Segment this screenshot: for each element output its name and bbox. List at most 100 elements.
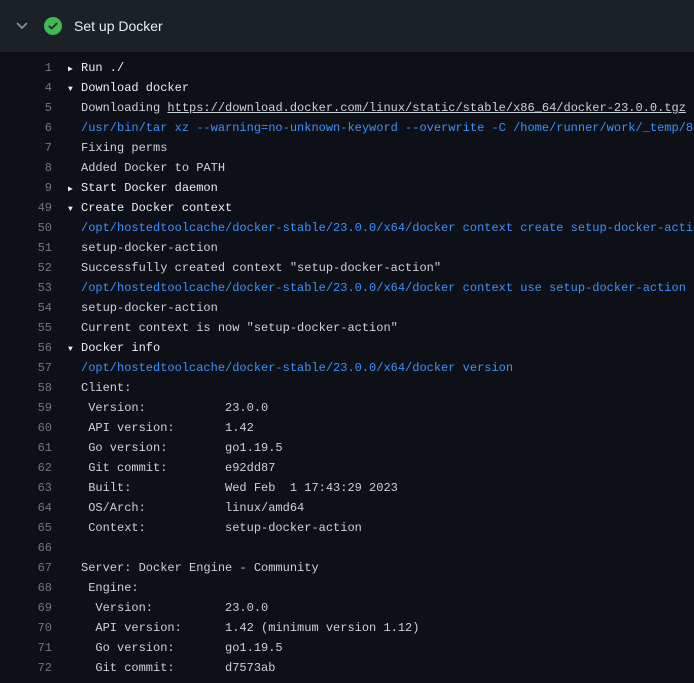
log-group-header[interactable]: ▼Download docker — [68, 78, 189, 98]
group-title: Docker info — [81, 341, 160, 355]
log-text: /usr/bin/tar xz --warning=no-unknown-key… — [68, 118, 694, 138]
group-title: Create Docker context — [81, 201, 232, 215]
chevron-collapsed-icon[interactable]: ▶ — [68, 60, 81, 79]
log-line: 66 — [14, 538, 694, 558]
log-text-segment: Fixing perms — [81, 141, 167, 155]
log-text: Server: Docker Engine - Community — [68, 558, 319, 578]
line-number[interactable]: 58 — [14, 378, 52, 398]
log-line: 50/opt/hostedtoolcache/docker-stable/23.… — [14, 218, 694, 238]
line-number[interactable]: 1 — [14, 58, 52, 78]
line-number[interactable]: 66 — [14, 538, 52, 558]
chevron-collapsed-icon[interactable]: ▶ — [68, 180, 81, 199]
log-text-segment: Engine: — [81, 581, 139, 595]
line-number[interactable]: 65 — [14, 518, 52, 538]
line-number[interactable]: 70 — [14, 618, 52, 638]
log-text: Current context is now "setup-docker-act… — [68, 318, 398, 338]
line-number[interactable]: 4 — [14, 78, 52, 98]
chevron-expanded-icon[interactable]: ▼ — [68, 200, 81, 219]
log-text: API version: 1.42 — [68, 418, 254, 438]
log-line: 71 Go version: go1.19.5 — [14, 638, 694, 658]
log-link[interactable]: https://download.docker.com/linux/static… — [167, 101, 685, 115]
line-number[interactable]: 7 — [14, 138, 52, 158]
log-text: Successfully created context "setup-dock… — [68, 258, 441, 278]
log-line: 61 Go version: go1.19.5 — [14, 438, 694, 458]
log-text: Added Docker to PATH — [68, 158, 225, 178]
log-line: 6/usr/bin/tar xz --warning=no-unknown-ke… — [14, 118, 694, 138]
log-text-segment: Git commit: e92dd87 — [81, 461, 275, 475]
log-group-header[interactable]: ▼Docker info — [68, 338, 160, 358]
line-number[interactable]: 63 — [14, 478, 52, 498]
log-line: 53/opt/hostedtoolcache/docker-stable/23.… — [14, 278, 694, 298]
log-line: 70 API version: 1.42 (minimum version 1.… — [14, 618, 694, 638]
line-number[interactable]: 49 — [14, 198, 52, 218]
line-number[interactable]: 68 — [14, 578, 52, 598]
line-number[interactable]: 59 — [14, 398, 52, 418]
log-lines: 1▶Run ./4▼Download docker5Downloading ht… — [0, 52, 694, 678]
log-text-segment: Server: Docker Engine - Community — [81, 561, 319, 575]
group-title: Start Docker daemon — [81, 181, 218, 195]
log-line: 56 ▼Docker info — [14, 338, 694, 358]
log-text: setup-docker-action — [68, 298, 218, 318]
log-text: Built: Wed Feb 1 17:43:29 2023 — [68, 478, 398, 498]
line-number[interactable]: 51 — [14, 238, 52, 258]
line-number[interactable]: 64 — [14, 498, 52, 518]
log-text-segment: setup-docker-action — [81, 241, 218, 255]
line-number[interactable]: 8 — [14, 158, 52, 178]
log-line: 54 setup-docker-action — [14, 298, 694, 318]
log-text: Go version: go1.19.5 — [68, 438, 283, 458]
log-text: Version: 23.0.0 — [68, 398, 268, 418]
line-number[interactable]: 69 — [14, 598, 52, 618]
log-line: 49 ▼Create Docker context — [14, 198, 694, 218]
log-text: setup-docker-action — [68, 238, 218, 258]
log-line: 65 Context: setup-docker-action — [14, 518, 694, 538]
chevron-down-icon[interactable] — [14, 18, 30, 34]
log-line: 4 ▼Download docker — [14, 78, 694, 98]
line-number[interactable]: 6 — [14, 118, 52, 138]
line-number[interactable]: 71 — [14, 638, 52, 658]
log-line: 59 Version: 23.0.0 — [14, 398, 694, 418]
log-group-header[interactable]: ▶Start Docker daemon — [68, 178, 218, 198]
chevron-expanded-icon[interactable]: ▼ — [68, 80, 81, 99]
log-text: OS/Arch: linux/amd64 — [68, 498, 304, 518]
line-number[interactable]: 72 — [14, 658, 52, 678]
line-number[interactable]: 60 — [14, 418, 52, 438]
log-text-segment: Downloading — [81, 101, 167, 115]
log-line: 58 Client: — [14, 378, 694, 398]
step-header[interactable]: Set up Docker — [0, 0, 694, 52]
line-number[interactable]: 52 — [14, 258, 52, 278]
log-line: 52 Successfully created context "setup-do… — [14, 258, 694, 278]
log-text-segment: Git commit: d7573ab — [81, 661, 275, 675]
log-line: 9 ▶Start Docker daemon — [14, 178, 694, 198]
log-line: 63 Built: Wed Feb 1 17:43:29 2023 — [14, 478, 694, 498]
log-text-segment: Client: — [81, 381, 131, 395]
line-number[interactable]: 50 — [14, 218, 52, 238]
log-text: Engine: — [68, 578, 139, 598]
line-number[interactable]: 61 — [14, 438, 52, 458]
success-check-icon — [44, 17, 62, 35]
log-text-segment: setup-docker-action — [81, 301, 218, 315]
log-text: Fixing perms — [68, 138, 167, 158]
log-text: /opt/hostedtoolcache/docker-stable/23.0.… — [68, 278, 686, 298]
line-number[interactable]: 55 — [14, 318, 52, 338]
log-text: Version: 23.0.0 — [68, 598, 268, 618]
line-number[interactable]: 57 — [14, 358, 52, 378]
log-group-header[interactable]: ▶Run ./ — [68, 58, 124, 78]
line-number[interactable]: 53 — [14, 278, 52, 298]
log-text-segment: API version: 1.42 (minimum version 1.12) — [81, 621, 419, 635]
log-text: /opt/hostedtoolcache/docker-stable/23.0.… — [68, 218, 694, 238]
group-title: Download docker — [81, 81, 189, 95]
log-line: 64 OS/Arch: linux/amd64 — [14, 498, 694, 518]
log-line: 68 Engine: — [14, 578, 694, 598]
log-text-segment: Current context is now "setup-docker-act… — [81, 321, 398, 335]
line-number[interactable]: 54 — [14, 298, 52, 318]
line-number[interactable]: 56 — [14, 338, 52, 358]
log-text: /opt/hostedtoolcache/docker-stable/23.0.… — [68, 358, 513, 378]
chevron-expanded-icon[interactable]: ▼ — [68, 340, 81, 359]
line-number[interactable]: 62 — [14, 458, 52, 478]
step-title: Set up Docker — [74, 18, 163, 34]
line-number[interactable]: 9 — [14, 178, 52, 198]
log-group-header[interactable]: ▼Create Docker context — [68, 198, 232, 218]
log-command: /usr/bin/tar xz --warning=no-unknown-key… — [81, 121, 694, 135]
line-number[interactable]: 67 — [14, 558, 52, 578]
line-number[interactable]: 5 — [14, 98, 52, 118]
